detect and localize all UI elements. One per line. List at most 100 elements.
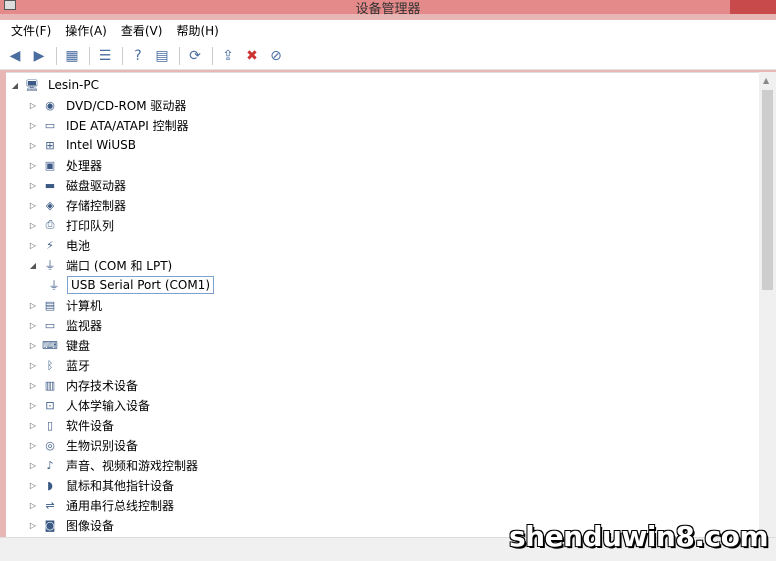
tree-item-label: 内存技术设备 [66,378,139,393]
tree-item-label: 鼠标和其他指针设备 [66,478,175,493]
expand-icon[interactable]: ▷ [28,460,38,470]
battery-icon: ⚡ [46,238,54,252]
back-icon[interactable]: ◀ [4,45,26,67]
expand-icon[interactable]: ▷ [28,100,38,110]
tree-item[interactable]: ▷ ▤ 计算机 [28,295,105,315]
tree-item[interactable]: ▷ ⚡ 电池 [28,235,93,255]
tree-item-label: 打印队列 [66,218,115,233]
expand-icon[interactable]: ▷ [28,440,38,450]
tree-child-label: USB Serial Port (COM1) [67,276,214,294]
forward-icon[interactable]: ▶ [28,45,50,67]
view-icon[interactable]: ▤ [151,45,173,67]
monitor-icon: ▭ [44,318,56,332]
tree-root[interactable]: ◢ 🖥 Lesin-PC [10,75,102,95]
toolbar-separator [122,46,123,65]
collapse-icon[interactable]: ◢ [10,80,20,90]
bluetooth-icon: ᛒ [46,358,54,372]
tree-item-label: DVD/CD-ROM 驱动器 [66,98,187,113]
tree-item[interactable]: ▷ ▭ 监视器 [28,315,105,335]
tree-item-label: 软件设备 [66,418,115,433]
tree-item[interactable]: ▷ ▬ 磁盘驱动器 [28,175,129,195]
tree-item-label: 监视器 [66,318,103,333]
tree-item[interactable]: ▷ ⊡ 人体学输入设备 [28,395,153,415]
tree-item[interactable]: ▷ ◙ 图像设备 [28,515,117,535]
tree-item[interactable]: ▷ ▭ IDE ATA/ATAPI 控制器 [28,115,192,135]
tree-item[interactable]: ▷ ⇌ 通用串行总线控制器 [28,495,177,515]
tree-child-item[interactable]: ⏚ USB Serial Port (COM1) [46,275,214,295]
uninstall-icon[interactable]: ✖ [241,45,263,67]
expand-icon[interactable]: ▷ [28,480,38,490]
tree-item[interactable]: ▷ ◗ 鼠标和其他指针设备 [28,475,177,495]
window-title: 设备管理器 [355,2,421,17]
tree-item[interactable]: ▷ ⎙ 打印队列 [28,215,117,235]
help-icon[interactable]: ? [127,45,149,67]
tree-item-label: 存储控制器 [66,198,127,213]
tree-item[interactable]: ▷ ▯ 软件设备 [28,415,117,435]
tree-item[interactable]: ▷ ◎ 生物识别设备 [28,435,141,455]
network-icon: ⊞ [45,138,55,152]
tree-item-label: 通用串行总线控制器 [66,498,175,513]
expand-icon[interactable]: ▷ [28,180,38,190]
update-driver-icon[interactable]: ⇪ [217,45,239,67]
tree-item-label: IDE ATA/ATAPI 控制器 [66,118,189,133]
tree-item[interactable]: ▷ ᛒ 蓝牙 [28,355,93,375]
menu-view[interactable]: 查看(V) [114,20,170,42]
computer-icon: 🖥 [25,78,39,92]
memory-icon: ▥ [44,378,56,392]
tree-item[interactable]: ▷ ◈ 存储控制器 [28,195,129,215]
scrollbar-thumb[interactable] [762,90,773,290]
expand-icon[interactable]: ▷ [28,520,38,530]
disk-icon: ▬ [44,178,56,192]
expand-icon[interactable]: ▷ [28,340,38,350]
tree-item-label: 计算机 [66,298,103,313]
expand-icon[interactable]: ▷ [28,140,38,150]
menu-action[interactable]: 操作(A) [58,20,114,42]
toolbar-separator [89,46,90,65]
menu-bar: 文件(F) 操作(A) 查看(V) 帮助(H) [0,20,776,42]
vertical-scrollbar[interactable]: ▲ [759,72,776,537]
expand-icon[interactable]: ▷ [28,400,38,410]
port-icon: ⏚ [48,279,60,292]
tree-item-label: 生物识别设备 [66,438,139,453]
expand-icon[interactable]: ▷ [28,380,38,390]
expand-icon[interactable]: ▷ [28,220,38,230]
title-bar: 设备管理器 [0,0,776,17]
hid-icon: ⊡ [45,398,55,412]
expand-icon[interactable]: ▷ [28,120,38,130]
keyboard-icon: ⌨ [42,338,58,352]
sound-icon: ♪ [46,458,54,472]
expand-icon[interactable]: ▷ [28,160,38,170]
list-icon[interactable]: ☰ [94,45,116,67]
tree-item[interactable]: ▷ ▣ 处理器 [28,155,105,175]
disable-icon[interactable]: ⊘ [265,45,287,67]
ide-icon: ▭ [44,118,56,132]
tree-item-label: 蓝牙 [66,358,91,373]
software-device-icon: ▯ [46,418,54,432]
port-icon: ⏚ [44,259,56,272]
expand-icon[interactable]: ▷ [28,200,38,210]
expand-icon[interactable]: ▷ [28,240,38,250]
properties-icon[interactable]: ▦ [61,45,83,67]
tree-item[interactable]: ▷ ♪ 声音、视频和游戏控制器 [28,455,201,475]
expand-icon[interactable]: ▷ [28,300,38,310]
scan-icon[interactable]: ⟳ [184,45,206,67]
collapse-icon[interactable]: ◢ [28,260,38,270]
expand-icon[interactable]: ▷ [28,360,38,370]
tree-item[interactable]: ▷ ▥ 内存技术设备 [28,375,141,395]
biometric-icon: ◎ [45,438,55,452]
tree-item[interactable]: ▷ ⌨ 键盘 [28,335,93,355]
expand-icon[interactable]: ▷ [28,500,38,510]
close-button[interactable] [730,0,776,14]
dvd-icon: ◉ [45,98,55,112]
tree-item[interactable]: ▷ ⊞ Intel WiUSB [28,135,139,155]
tree-item-label: Intel WiUSB [66,138,136,152]
expand-icon[interactable]: ▷ [28,420,38,430]
mouse-icon: ◗ [47,478,53,492]
scroll-up-icon[interactable]: ▲ [763,76,769,85]
tree-item[interactable]: ◢ ⏚ 端口 (COM 和 LPT) [28,255,175,275]
menu-file[interactable]: 文件(F) [4,20,58,42]
menu-help[interactable]: 帮助(H) [169,20,225,42]
tree-root-label: Lesin-PC [48,78,99,92]
tree-item[interactable]: ▷ ◉ DVD/CD-ROM 驱动器 [28,95,189,115]
expand-icon[interactable]: ▷ [28,320,38,330]
